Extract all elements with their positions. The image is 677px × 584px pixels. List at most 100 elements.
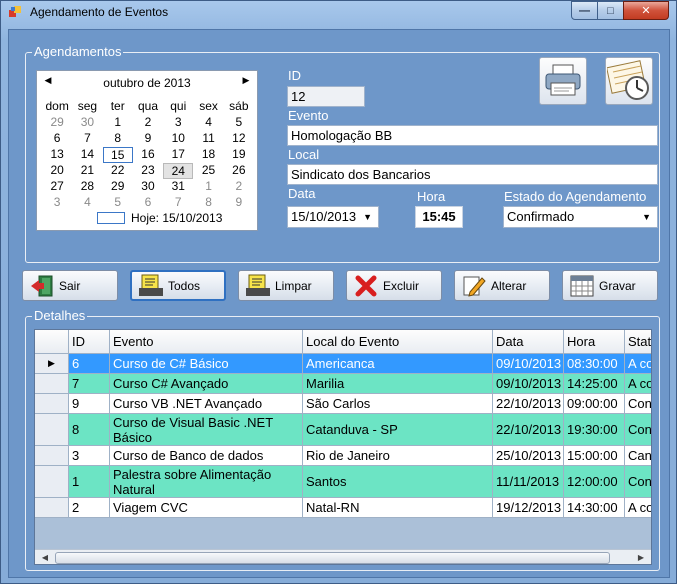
calendar-day[interactable]: 8	[193, 195, 223, 211]
calendar-next-icon[interactable]: ▶	[239, 75, 253, 86]
calendar-day[interactable]: 28	[72, 179, 102, 195]
calendar-day[interactable]: 12	[224, 131, 254, 147]
horizontal-scrollbar[interactable]: ◀ ▶	[35, 549, 651, 564]
calendar-day[interactable]: 10	[163, 131, 193, 147]
cell-id[interactable]: 8	[69, 414, 110, 446]
alterar-button[interactable]: Alterar	[454, 270, 550, 301]
maximize-button[interactable]: □	[597, 1, 624, 20]
data-date-picker[interactable]: 15/10/2013 ▼	[287, 206, 379, 228]
calendar-day[interactable]: 30	[72, 115, 102, 131]
calendar-day[interactable]: 2	[133, 115, 163, 131]
column-header-evento[interactable]: Evento	[110, 330, 303, 354]
calendar-day[interactable]: 20	[42, 163, 72, 179]
print-button[interactable]	[539, 57, 587, 105]
calendar-day[interactable]: 15	[102, 147, 133, 163]
calendar-day[interactable]: 8	[103, 131, 133, 147]
cell-local[interactable]: Marilia	[303, 374, 493, 394]
calendar-day[interactable]: 6	[133, 195, 163, 211]
cell-local[interactable]: Natal-RN	[303, 498, 493, 518]
cell-data[interactable]: 22/10/2013	[493, 394, 564, 414]
calendar-day[interactable]: 31	[163, 179, 193, 195]
scroll-right-icon[interactable]: ▶	[633, 551, 649, 564]
calendar-month-label[interactable]: outubro de 2013	[37, 76, 257, 90]
row-header[interactable]	[35, 498, 69, 518]
calendar-day[interactable]: 29	[42, 115, 72, 131]
close-button[interactable]: ✕	[623, 1, 669, 20]
table-row[interactable]: 1 Palestra sobre Alimentação Natural Santo…	[35, 466, 651, 498]
minimize-button[interactable]: —	[571, 1, 598, 20]
cell-local[interactable]: Catanduva - SP	[303, 414, 493, 446]
cell-data[interactable]: 11/11/2013	[493, 466, 564, 498]
cell-status[interactable]: Confirmado	[625, 394, 651, 414]
cell-status[interactable]: Confirmado	[625, 466, 651, 498]
scroll-thumb[interactable]	[55, 552, 610, 564]
cell-id[interactable]: 3	[69, 446, 110, 466]
calendar-day[interactable]: 5	[224, 115, 254, 131]
cell-id[interactable]: 7	[69, 374, 110, 394]
cell-id[interactable]: 9	[69, 394, 110, 414]
calendar-day[interactable]: 14	[72, 147, 102, 163]
row-header[interactable]	[35, 414, 69, 446]
cell-status[interactable]: A confirmar	[625, 354, 651, 374]
calendar-day[interactable]: 1	[193, 179, 223, 195]
calendar-day[interactable]: 19	[224, 147, 254, 163]
cell-data[interactable]: 09/10/2013	[493, 354, 564, 374]
column-header-id[interactable]: ID	[69, 330, 110, 354]
row-header[interactable]	[35, 374, 69, 394]
column-header-data[interactable]: Data	[493, 330, 564, 354]
local-field[interactable]: Sindicato dos Bancarios	[287, 164, 658, 185]
calendar-day[interactable]: 3	[42, 195, 72, 211]
cell-evento[interactable]: Viagem CVC	[110, 498, 303, 518]
row-header[interactable]	[35, 466, 69, 498]
cell-hora[interactable]: 08:30:00	[564, 354, 625, 374]
cell-data[interactable]: 25/10/2013	[493, 446, 564, 466]
column-header-status[interactable]: Status	[625, 330, 651, 354]
todos-button[interactable]: Todos	[130, 270, 226, 301]
cell-evento[interactable]: Palestra sobre Alimentação Natural	[110, 466, 303, 498]
cell-id[interactable]: 6	[69, 354, 110, 374]
table-row[interactable]: ▶ 6 Curso de C# Básico Americanca 09/10/2013…	[35, 354, 651, 374]
id-field[interactable]: 12	[287, 86, 365, 107]
calendar-clock-button[interactable]	[605, 57, 653, 105]
month-calendar[interactable]: ◀ outubro de 2013 ▶ dom seg ter qua qui …	[36, 70, 258, 231]
calendar-day[interactable]: 17	[163, 147, 193, 163]
cell-local[interactable]: Santos	[303, 466, 493, 498]
calendar-day[interactable]: 26	[224, 163, 254, 179]
estado-select[interactable]: Confirmado ▼	[503, 206, 658, 228]
calendar-day[interactable]: 5	[103, 195, 133, 211]
cell-hora[interactable]: 15:00:00	[564, 446, 625, 466]
calendar-day[interactable]: 16	[133, 147, 163, 163]
cell-status[interactable]: Cancelado	[625, 446, 651, 466]
row-header[interactable]	[35, 394, 69, 414]
table-row[interactable]: 2 Viagem CVC Natal-RN 19/12/2013 14:30:00 A c…	[35, 498, 651, 518]
cell-evento[interactable]: Curso de Visual Basic .NET Básico	[110, 414, 303, 446]
calendar-day[interactable]: 1	[103, 115, 133, 131]
evento-field[interactable]: Homologação BB	[287, 125, 658, 146]
cell-hora[interactable]: 12:00:00	[564, 466, 625, 498]
calendar-day[interactable]: 9	[224, 195, 254, 211]
calendar-day[interactable]: 23	[133, 163, 163, 179]
calendar-day[interactable]: 2	[224, 179, 254, 195]
cell-status[interactable]: Confirmado	[625, 414, 651, 446]
calendar-day[interactable]: 13	[42, 147, 72, 163]
cell-data[interactable]: 19/12/2013	[493, 498, 564, 518]
calendar-day[interactable]: 11	[193, 131, 223, 147]
calendar-day[interactable]: 6	[42, 131, 72, 147]
calendar-day[interactable]: 18	[193, 147, 223, 163]
cell-hora[interactable]: 14:25:00	[564, 374, 625, 394]
calendar-day[interactable]: 30	[133, 179, 163, 195]
calendar-day[interactable]: 3	[163, 115, 193, 131]
cell-local[interactable]: Americanca	[303, 354, 493, 374]
calendar-day[interactable]: 7	[72, 131, 102, 147]
table-row[interactable]: 3 Curso de Banco de dados Rio de Janeiro 25…	[35, 446, 651, 466]
cell-status[interactable]: A confirmar	[625, 498, 651, 518]
cell-id[interactable]: 2	[69, 498, 110, 518]
cell-hora[interactable]: 09:00:00	[564, 394, 625, 414]
column-header-hora[interactable]: Hora	[564, 330, 625, 354]
hora-field[interactable]: 15:45	[415, 206, 463, 228]
row-header[interactable]: ▶	[35, 354, 69, 374]
title-bar[interactable]: Agendamento de Eventos — □ ✕	[1, 1, 676, 25]
calendar-day[interactable]: 24	[163, 163, 194, 179]
calendar-day[interactable]: 7	[163, 195, 193, 211]
row-header[interactable]	[35, 446, 69, 466]
